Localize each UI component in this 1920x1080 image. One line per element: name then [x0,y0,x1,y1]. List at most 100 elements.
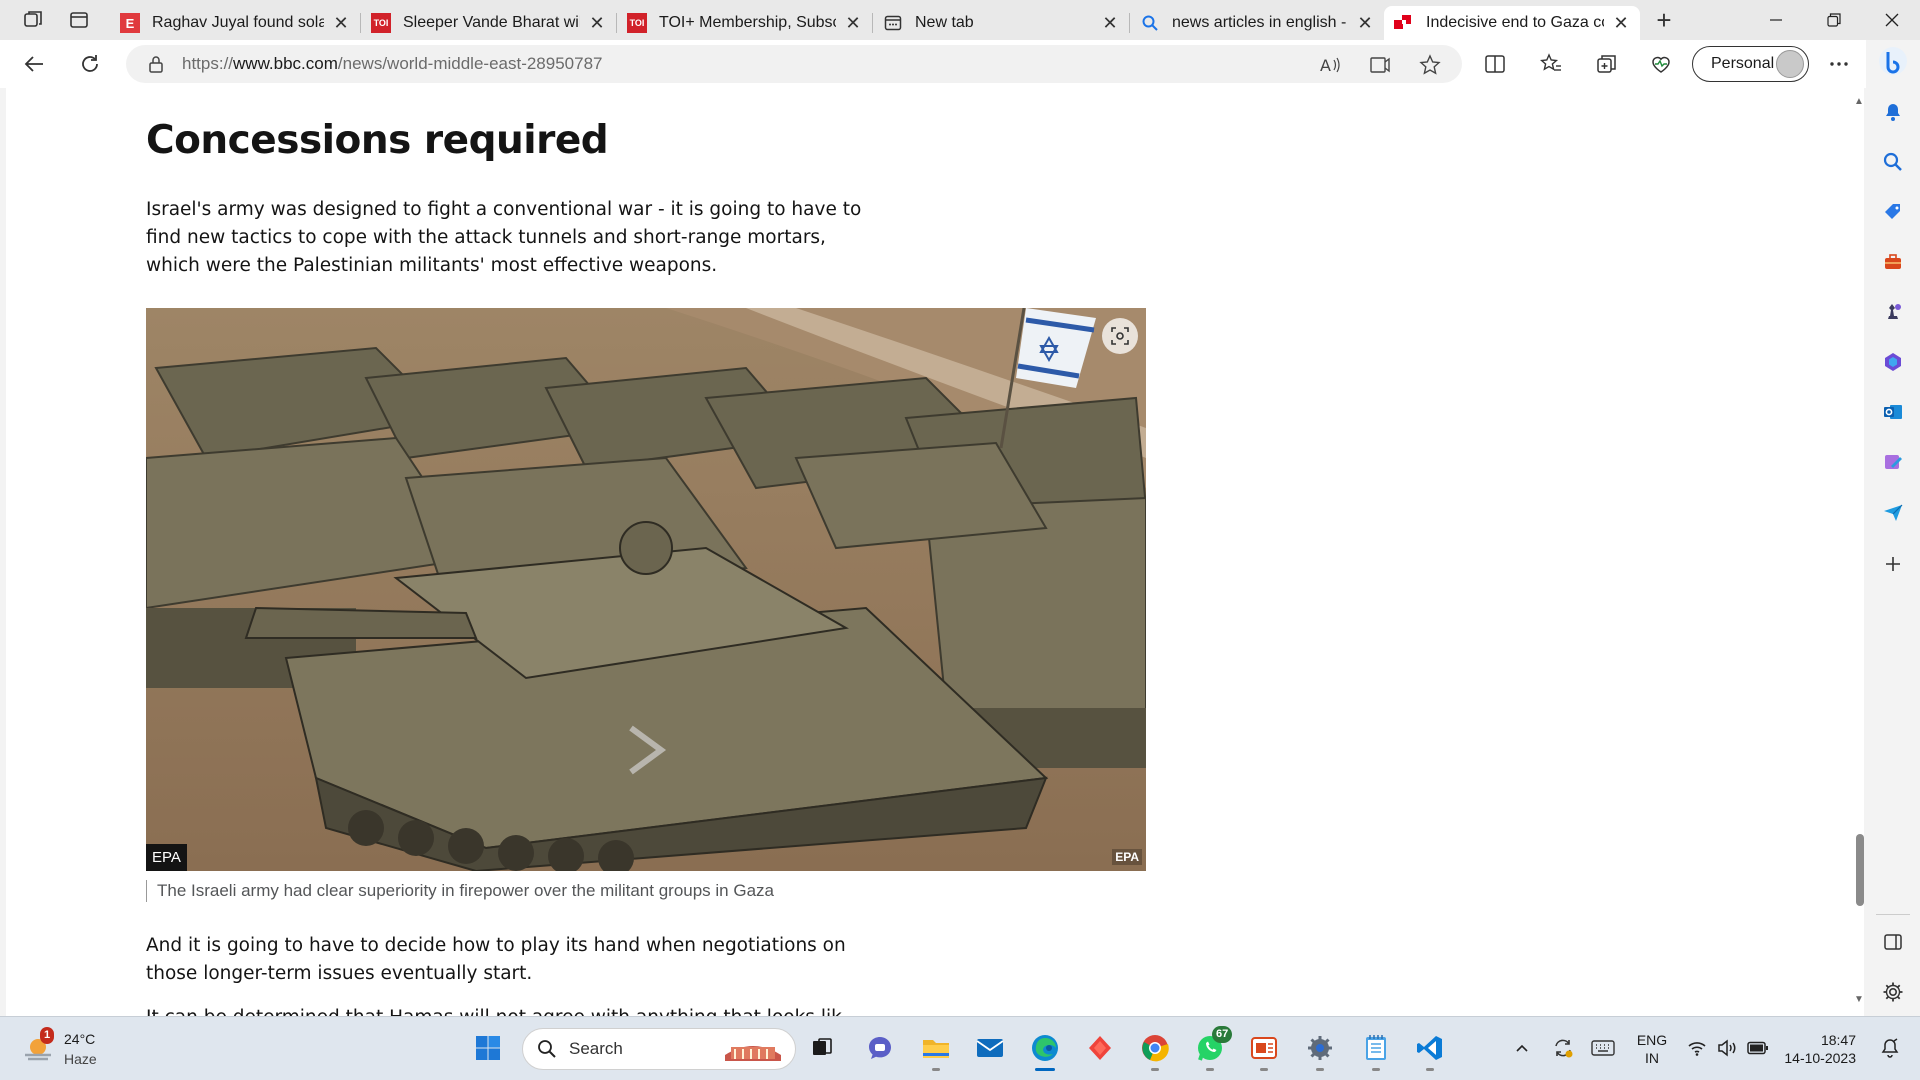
add-sidebar-app-icon[interactable] [1879,550,1907,578]
url-domain: www.bbc.com [233,54,338,73]
sidebar-settings-gear-icon[interactable] [1879,978,1907,1006]
task-view-icon[interactable] [804,1030,840,1066]
chat-teams-icon[interactable] [862,1030,898,1066]
search-icon[interactable] [1879,148,1907,176]
image-watermark: EPA [1112,849,1142,865]
whatsapp-icon[interactable]: 67 [1192,1026,1233,1071]
tab-favicon-e-icon: E [120,13,140,33]
notifications-bell-icon[interactable] [1879,98,1907,126]
paragraph: And it is going to have to decide how to… [146,935,846,984]
article-image[interactable]: EPA EPA [146,308,1146,871]
running-indicator [932,1068,940,1071]
language-indicator[interactable]: ENG IN [1630,1031,1674,1067]
close-window-button[interactable] [1864,0,1920,40]
mail-icon[interactable] [972,1030,1008,1066]
navigation-bar: https://www.bbc.com/news/world-middle-ea… [0,40,1920,88]
svg-text:A: A [1320,56,1331,75]
taskbar-search[interactable]: Search [522,1028,796,1070]
tab-bar: E Raghav Juyal found solace ✕ TOI Sleepe… [0,0,1920,40]
tab-new-tab[interactable]: New tab ✕ [873,6,1129,40]
edge-browser-icon[interactable] [1027,1030,1063,1071]
scrollbar-thumb[interactable] [1856,834,1864,906]
notification-center-icon[interactable] [1872,1030,1908,1066]
tab-title: New tab [915,14,974,31]
quick-settings-group[interactable] [1680,1030,1776,1066]
refresh-button[interactable] [70,44,110,84]
notepad-icon[interactable] [1358,1030,1394,1071]
outlook-icon[interactable] [1879,398,1907,426]
image-caption: The Israeli army had clear superiority i… [146,880,774,902]
microsoft-365-icon[interactable] [1879,348,1907,376]
sync-icon[interactable] [1545,1030,1581,1066]
chrome-icon[interactable] [1137,1030,1173,1071]
back-button[interactable] [14,44,54,84]
profile-label: Personal [1711,55,1775,72]
settings-gear-icon[interactable] [1302,1030,1338,1071]
vscode-icon[interactable] [1412,1030,1448,1071]
scroll-down-arrow-icon[interactable]: ▼ [1854,994,1864,1005]
search-label: Search [569,1039,623,1058]
read-aloud-icon[interactable]: A [1318,53,1342,77]
url-text[interactable]: https://www.bbc.com/news/world-middle-ea… [182,54,603,74]
close-tab-icon[interactable]: ✕ [1612,13,1630,34]
close-tab-icon[interactable]: ✕ [588,13,606,34]
restore-button[interactable] [1806,0,1862,40]
lock-icon[interactable] [144,52,168,76]
close-tab-icon[interactable]: ✕ [1101,13,1119,34]
tab-gaza-article-active[interactable]: Indecisive end to Gaza con ✕ [1384,6,1640,40]
settings-more-icon[interactable] [1826,51,1852,77]
clock-date: 14-10-2023 [1784,1050,1856,1066]
running-indicator [1316,1068,1324,1071]
tab-raghav-juyal[interactable]: E Raghav Juyal found solace ✕ [110,6,360,40]
tab-actions-icon[interactable] [66,7,92,33]
collections-icon[interactable] [1594,51,1620,77]
workspaces-icon[interactable] [20,7,46,33]
touch-keyboard-icon[interactable] [1585,1030,1621,1066]
new-tab-button[interactable]: + [1644,5,1684,36]
minimize-button[interactable] [1748,0,1804,40]
search-icon [538,1040,556,1058]
running-indicator [1206,1068,1214,1071]
active-app-indicator [1035,1068,1055,1071]
weather-widget[interactable]: 1 24°C Haze [22,1027,122,1071]
office-app-icon[interactable] [1246,1030,1282,1071]
games-chess-icon[interactable] [1879,298,1907,326]
file-explorer-icon[interactable] [918,1030,954,1071]
address-bar[interactable]: https://www.bbc.com/news/world-middle-ea… [126,45,1462,83]
shopping-tag-icon[interactable] [1879,198,1907,226]
tab-title: Raghav Juyal found solace [152,14,324,31]
favorite-star-icon[interactable] [1418,53,1442,77]
windows-logo-icon [476,1036,500,1060]
hide-sidebar-icon[interactable] [1879,928,1907,956]
start-button[interactable] [470,1030,506,1066]
immersive-reader-icon[interactable] [1368,53,1392,77]
tab-title: Sleeper Vande Bharat will c [403,14,580,31]
tab-sleeper-vande-bharat[interactable]: TOI Sleeper Vande Bharat will c ✕ [361,6,616,40]
search-highlight-icon [725,1046,781,1061]
show-hidden-icons-chevron-icon[interactable] [1504,1030,1540,1066]
weather-temp: 24°C [64,1031,96,1047]
scroll-up-arrow-icon[interactable]: ▲ [1854,96,1864,107]
clock[interactable]: 18:47 14-10-2023 [1780,1031,1856,1067]
profile-button[interactable]: Personal [1692,46,1809,82]
copilot-icon[interactable] [1876,44,1910,78]
anydesk-icon[interactable] [1082,1030,1118,1066]
whatsapp-unread-badge: 67 [1212,1026,1233,1043]
tab-toi-membership[interactable]: TOI TOI+ Membership, Subscri ✕ [617,6,872,40]
tab-title: Indecisive end to Gaza con [1426,14,1604,31]
windows-taskbar: 1 24°C Haze Search 67 ENG IN 18:47 14-10… [0,1016,1920,1080]
language-code: ENG [1636,1032,1668,1048]
close-tab-icon[interactable]: ✕ [1356,13,1374,34]
favorites-icon[interactable] [1538,51,1564,77]
region-code: IN [1645,1050,1659,1066]
wifi-icon [1688,1042,1706,1056]
tools-briefcase-icon[interactable] [1879,248,1907,276]
designer-icon[interactable] [1879,448,1907,476]
browser-essentials-icon[interactable] [1648,51,1674,77]
close-tab-icon[interactable]: ✕ [844,13,862,34]
send-paper-plane-icon[interactable] [1879,498,1907,526]
tab-news-articles-search[interactable]: news articles in english - S ✕ [1130,6,1384,40]
close-tab-icon[interactable]: ✕ [332,13,350,34]
split-screen-icon[interactable] [1482,51,1508,77]
image-zoom-icon[interactable] [1102,318,1138,354]
